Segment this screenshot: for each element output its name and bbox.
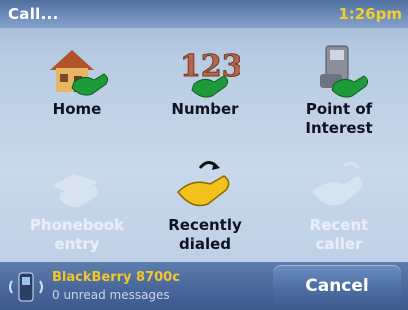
device-name: BlackBerry 8700c xyxy=(52,270,180,285)
option-point-of-interest[interactable]: Point of Interest xyxy=(274,36,404,156)
option-home-label: Home xyxy=(52,100,102,118)
option-recently-dialed-label: Recently dialed xyxy=(168,216,242,253)
option-point-of-interest-label: Point of Interest xyxy=(305,100,373,137)
option-home[interactable]: Home xyxy=(12,36,142,156)
option-recent-caller-label: Recent caller xyxy=(309,216,369,253)
option-phonebook-entry-label: Phonebook entry xyxy=(29,216,125,253)
option-recent-caller: Recent caller xyxy=(274,152,404,272)
option-phonebook-entry: Phonebook entry xyxy=(12,152,142,272)
poi-phone-icon xyxy=(320,45,369,98)
svg-text:123: 123 xyxy=(180,49,240,84)
clock-time: 1:26pm xyxy=(338,5,402,23)
option-number[interactable]: 123 Number xyxy=(140,36,270,156)
phonebook-icon xyxy=(52,174,98,208)
recently-dialed-icon xyxy=(177,161,230,207)
home-phone-icon xyxy=(50,50,109,96)
option-number-label: Number xyxy=(171,100,239,118)
screen-title: Call... xyxy=(8,5,59,23)
recent-caller-icon xyxy=(312,161,363,206)
bluetooth-phone-icon xyxy=(9,272,43,302)
cancel-button[interactable]: Cancel xyxy=(273,265,401,307)
status-bar: Call... 1:26pm xyxy=(0,0,408,28)
option-recently-dialed[interactable]: Recently dialed xyxy=(140,152,270,272)
number-phone-icon: 123 xyxy=(180,49,240,98)
call-screen: Call... 1:26pm Home 123 Number Point of … xyxy=(0,0,408,310)
device-status: 0 unread messages xyxy=(52,288,170,302)
